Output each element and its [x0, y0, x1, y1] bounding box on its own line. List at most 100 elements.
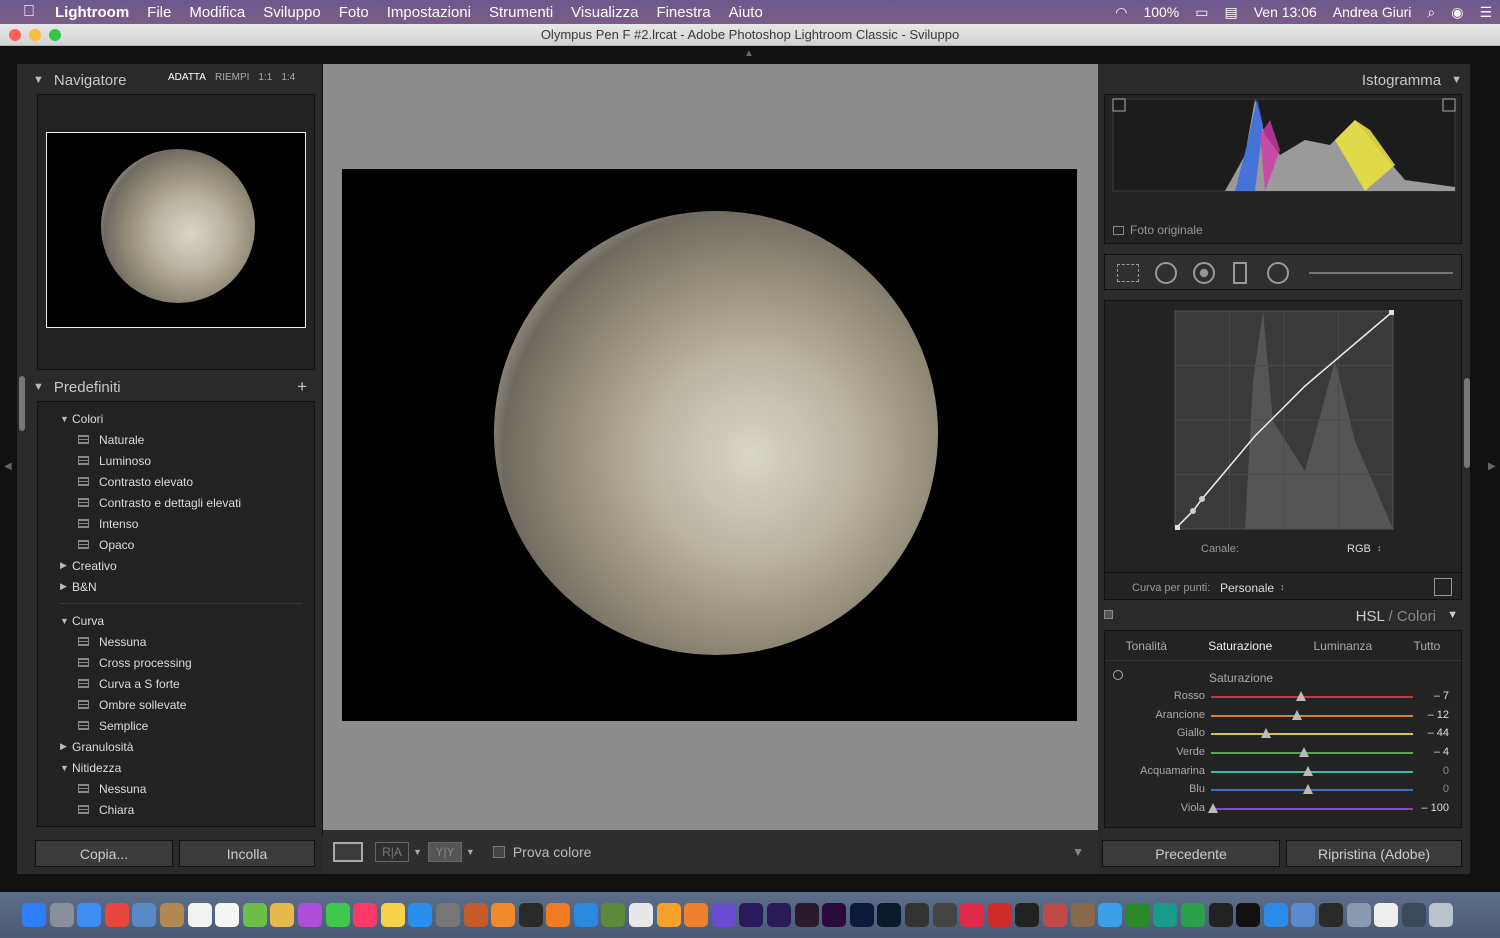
blender-icon[interactable] [656, 903, 681, 927]
preset-item[interactable]: Nessuna [38, 631, 314, 652]
preset-folder-curva[interactable]: ▼ Curva [38, 610, 314, 631]
terminal-icon[interactable] [1236, 903, 1261, 927]
hsl-header[interactable]: HSL / Colori ▼ [1104, 604, 1462, 630]
trash-icon[interactable] [1429, 903, 1454, 927]
preset-item[interactable]: Contrasto e dettagli elevati [38, 492, 314, 513]
app-icon[interactable] [684, 903, 709, 927]
maps-icon[interactable] [242, 903, 267, 927]
main-photo[interactable] [342, 169, 1077, 721]
tab-saturazione[interactable]: Saturazione [1208, 639, 1272, 653]
app-icon[interactable] [1042, 903, 1067, 927]
tone-curve[interactable]: Canale: RGB ↕ [1104, 300, 1462, 600]
slider-knob[interactable] [1296, 691, 1306, 701]
preset-folder-nitidezza[interactable]: ▼ Nitidezza [38, 757, 314, 778]
tab-tonalita[interactable]: Tonalità [1126, 639, 1167, 653]
navigator-header[interactable]: ▼ Navigatore [23, 66, 126, 94]
before-after-lr-icon[interactable]: R|A [375, 842, 409, 862]
launchpad-icon[interactable] [49, 903, 74, 927]
select-arrows-icon[interactable]: ↕ [1377, 543, 1382, 553]
safari-icon[interactable] [77, 903, 102, 927]
histogram[interactable]: Foto originale [1104, 94, 1462, 244]
slider-row-rosso[interactable]: Rosso – 7 [1105, 687, 1461, 706]
after-effects-icon[interactable] [739, 903, 764, 927]
system-preferences-icon[interactable] [435, 903, 460, 927]
slider-knob[interactable] [1303, 784, 1313, 795]
preset-item[interactable]: Cross processing [38, 652, 314, 673]
evernote-icon[interactable] [1180, 903, 1205, 927]
copy-settings-button[interactable]: Copia... [35, 840, 173, 867]
select-arrows-icon[interactable]: ↕ [1280, 582, 1285, 592]
histogram-header[interactable]: Istogramma ▼ [1362, 66, 1462, 94]
preset-item[interactable]: Chiara [38, 799, 314, 820]
premiere-rush-icon[interactable] [794, 903, 819, 927]
menu-visualizza[interactable]: Visualizza [562, 4, 647, 21]
menu-sviluppo[interactable]: Sviluppo [254, 4, 330, 21]
preset-item[interactable]: Intenso [38, 513, 314, 534]
pycharm-icon[interactable] [1208, 903, 1233, 927]
menu-foto[interactable]: Foto [330, 4, 378, 21]
slider-track[interactable] [1211, 752, 1413, 755]
premiere-pro-icon[interactable] [822, 903, 847, 927]
menu-aiuto[interactable]: Aiuto [720, 4, 772, 21]
app-icon[interactable] [711, 903, 736, 927]
proof-checkbox[interactable] [492, 846, 505, 858]
preset-item[interactable]: Nessuna [38, 778, 314, 799]
finder-icon[interactable] [22, 903, 46, 927]
app-icon[interactable] [1318, 903, 1343, 927]
app-icon[interactable] [1125, 903, 1150, 927]
app-icon[interactable] [905, 903, 929, 927]
menu-modifica[interactable]: Modifica [180, 4, 254, 21]
after-effects-icon[interactable] [767, 903, 792, 927]
dropdown-arrow-icon[interactable]: ▼ [413, 847, 422, 857]
app-icon[interactable] [1070, 903, 1095, 927]
menu-finestra[interactable]: Finestra [647, 4, 719, 21]
folder-icon[interactable] [1291, 903, 1316, 927]
colori-title[interactable]: Colori [1397, 608, 1436, 625]
red-eye-icon[interactable] [1193, 262, 1215, 284]
clock[interactable]: Ven 13:06 [1246, 4, 1325, 20]
spot-removal-icon[interactable] [1155, 262, 1177, 284]
dropdown-arrow-icon[interactable]: ▼ [466, 847, 475, 857]
unity-icon[interactable] [629, 903, 654, 927]
slider-row-giallo[interactable]: Giallo – 44 [1105, 724, 1461, 743]
flag-icon[interactable]: ▤ [1216, 4, 1245, 21]
menu-strumenti[interactable]: Strumenti [480, 4, 562, 21]
zoom-icon[interactable] [1263, 903, 1288, 927]
original-photo-toggle[interactable]: Foto originale [1113, 223, 1203, 237]
slider-knob[interactable] [1303, 765, 1313, 776]
app-icon[interactable] [960, 903, 985, 927]
loupe-view-icon[interactable] [333, 842, 363, 862]
edit-point-curve-icon[interactable] [1434, 578, 1452, 596]
slider-row-blu[interactable]: Blu 0 [1105, 780, 1461, 799]
crop-tool-icon[interactable] [1117, 264, 1139, 282]
preset-item[interactable]: Curva a S forte [38, 673, 314, 694]
preset-folder-granulosita[interactable]: ▶ Granulosità [38, 736, 314, 757]
tab-tutto[interactable]: Tutto [1413, 639, 1440, 653]
collapse-triangle-icon[interactable]: ▼ [1451, 74, 1462, 86]
notification-center-icon[interactable]: ☰ [1471, 4, 1500, 21]
slider-track[interactable] [1211, 733, 1413, 736]
app-icon[interactable] [491, 903, 516, 927]
siri-icon[interactable]: ◉ [1443, 4, 1471, 21]
slider-row-arancione[interactable]: Arancione – 12 [1105, 706, 1461, 725]
slider-row-acquamarina[interactable]: Acquamarina 0 [1105, 762, 1461, 781]
arduino-icon[interactable] [1153, 903, 1178, 927]
menu-app[interactable]: Lightroom [46, 4, 138, 21]
preset-item[interactable]: Luminoso [38, 450, 314, 471]
slider-track[interactable] [1211, 714, 1413, 717]
app-icon[interactable] [932, 903, 957, 927]
lightroom-icon[interactable] [877, 903, 902, 927]
slider-track[interactable] [1211, 696, 1413, 698]
user-name[interactable]: Andrea Giuri [1325, 4, 1420, 20]
preset-item[interactable]: Contrasto elevato [38, 471, 314, 492]
photos-icon[interactable] [270, 903, 295, 927]
targeted-adjustment-icon[interactable] [1113, 670, 1123, 680]
contacts-icon[interactable] [159, 903, 184, 927]
add-preset-icon[interactable]: + [297, 377, 307, 397]
channel-select[interactable]: RGB [1347, 543, 1371, 555]
zoom-1-4[interactable]: 1:4 [281, 72, 295, 83]
left-panel-toggle-icon[interactable]: ◀ [4, 461, 12, 472]
previous-button[interactable]: Precedente [1102, 840, 1280, 867]
preset-folder-colori[interactable]: ▼ Colori [38, 408, 314, 429]
paste-settings-button[interactable]: Incolla [179, 840, 315, 867]
